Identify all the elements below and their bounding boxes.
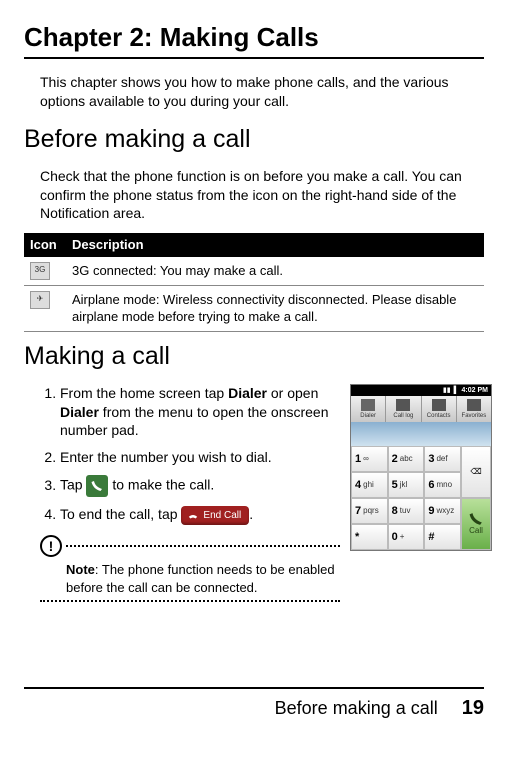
key-8[interactable]: 8tuv (388, 498, 425, 524)
table-head-icon: Icon (24, 233, 66, 257)
key-star[interactable]: * (351, 524, 388, 550)
key-9[interactable]: 9wxyz (424, 498, 461, 524)
section-making-title: Making a call (24, 340, 484, 374)
page-footer: Before making a call 19 (24, 687, 484, 722)
end-call-button-icon: End Call (181, 506, 249, 526)
key-call[interactable]: Call (461, 498, 491, 550)
key-3[interactable]: 3def (424, 446, 461, 472)
step-3: Tap to make the call. (60, 475, 340, 497)
step-1: From the home screen tap Dialer or open … (60, 384, 340, 441)
call-icon (86, 475, 108, 497)
key-4[interactable]: 4ghi (351, 472, 388, 498)
key-5[interactable]: 5jkl (388, 472, 425, 498)
tab-contacts[interactable]: Contacts (422, 396, 457, 422)
status-time: 4:02 PM (462, 386, 488, 395)
key-2[interactable]: 2abc (388, 446, 425, 472)
section-before-title: Before making a call (24, 123, 484, 157)
chapter-title: Chapter 2: Making Calls (24, 20, 484, 59)
table-row: 3G 3G connected: You may make a call. (24, 257, 484, 286)
page-number: 19 (462, 695, 484, 722)
status-bar: ▮▮ ▌ 4:02 PM (351, 385, 491, 396)
backspace-icon: ⌫ (470, 467, 481, 478)
step-2: Enter the number you wish to dial. (60, 448, 340, 467)
section-before-body: Check that the phone function is on befo… (40, 167, 484, 224)
key-6[interactable]: 6mno (424, 472, 461, 498)
signal-icon: ▮▮ (443, 386, 451, 395)
alert-icon: ! (40, 535, 62, 557)
steps-list: From the home screen tap Dialer or open … (40, 384, 340, 526)
contacts-icon (432, 399, 446, 411)
key-backspace[interactable]: ⌫ (461, 446, 491, 498)
phone-screenshot: ▮▮ ▌ 4:02 PM Dialer Call log Contacts Fa… (350, 384, 492, 552)
table-desc: 3G connected: You may make a call. (66, 257, 484, 286)
icon-description-table: Icon Description 3G 3G connected: You ma… (24, 233, 484, 332)
battery-icon: ▌ (454, 386, 459, 395)
step-4: To end the call, tap End Call. (60, 505, 340, 525)
keypad: 1∞ 2abc 3def ⌫ 4ghi 5jkl 6mno 7pqrs 8tuv… (351, 446, 491, 550)
table-desc: Airplane mode: Wireless connectivity dis… (66, 285, 484, 331)
table-head-desc: Description (66, 233, 484, 257)
note-block: ! Note: The phone function needs to be e… (40, 535, 340, 602)
favorites-icon (467, 399, 481, 411)
key-hash[interactable]: # (424, 524, 461, 550)
tab-dialer[interactable]: Dialer (351, 396, 386, 422)
chapter-intro: This chapter shows you how to make phone… (40, 73, 484, 111)
threeg-icon: 3G (30, 262, 50, 280)
table-row: ✈ Airplane mode: Wireless connectivity d… (24, 285, 484, 331)
calllog-icon (396, 399, 410, 411)
dialer-icon (361, 399, 375, 411)
note-text: Note: The phone function needs to be ena… (40, 561, 340, 596)
key-7[interactable]: 7pqrs (351, 498, 388, 524)
number-display (351, 422, 491, 446)
key-1[interactable]: 1∞ (351, 446, 388, 472)
tab-favorites[interactable]: Favorites (457, 396, 491, 422)
phone-icon (469, 512, 483, 526)
key-0[interactable]: 0+ (388, 524, 425, 550)
footer-section-title: Before making a call (275, 696, 438, 720)
airplane-icon: ✈ (30, 291, 50, 309)
tab-calllog[interactable]: Call log (386, 396, 421, 422)
